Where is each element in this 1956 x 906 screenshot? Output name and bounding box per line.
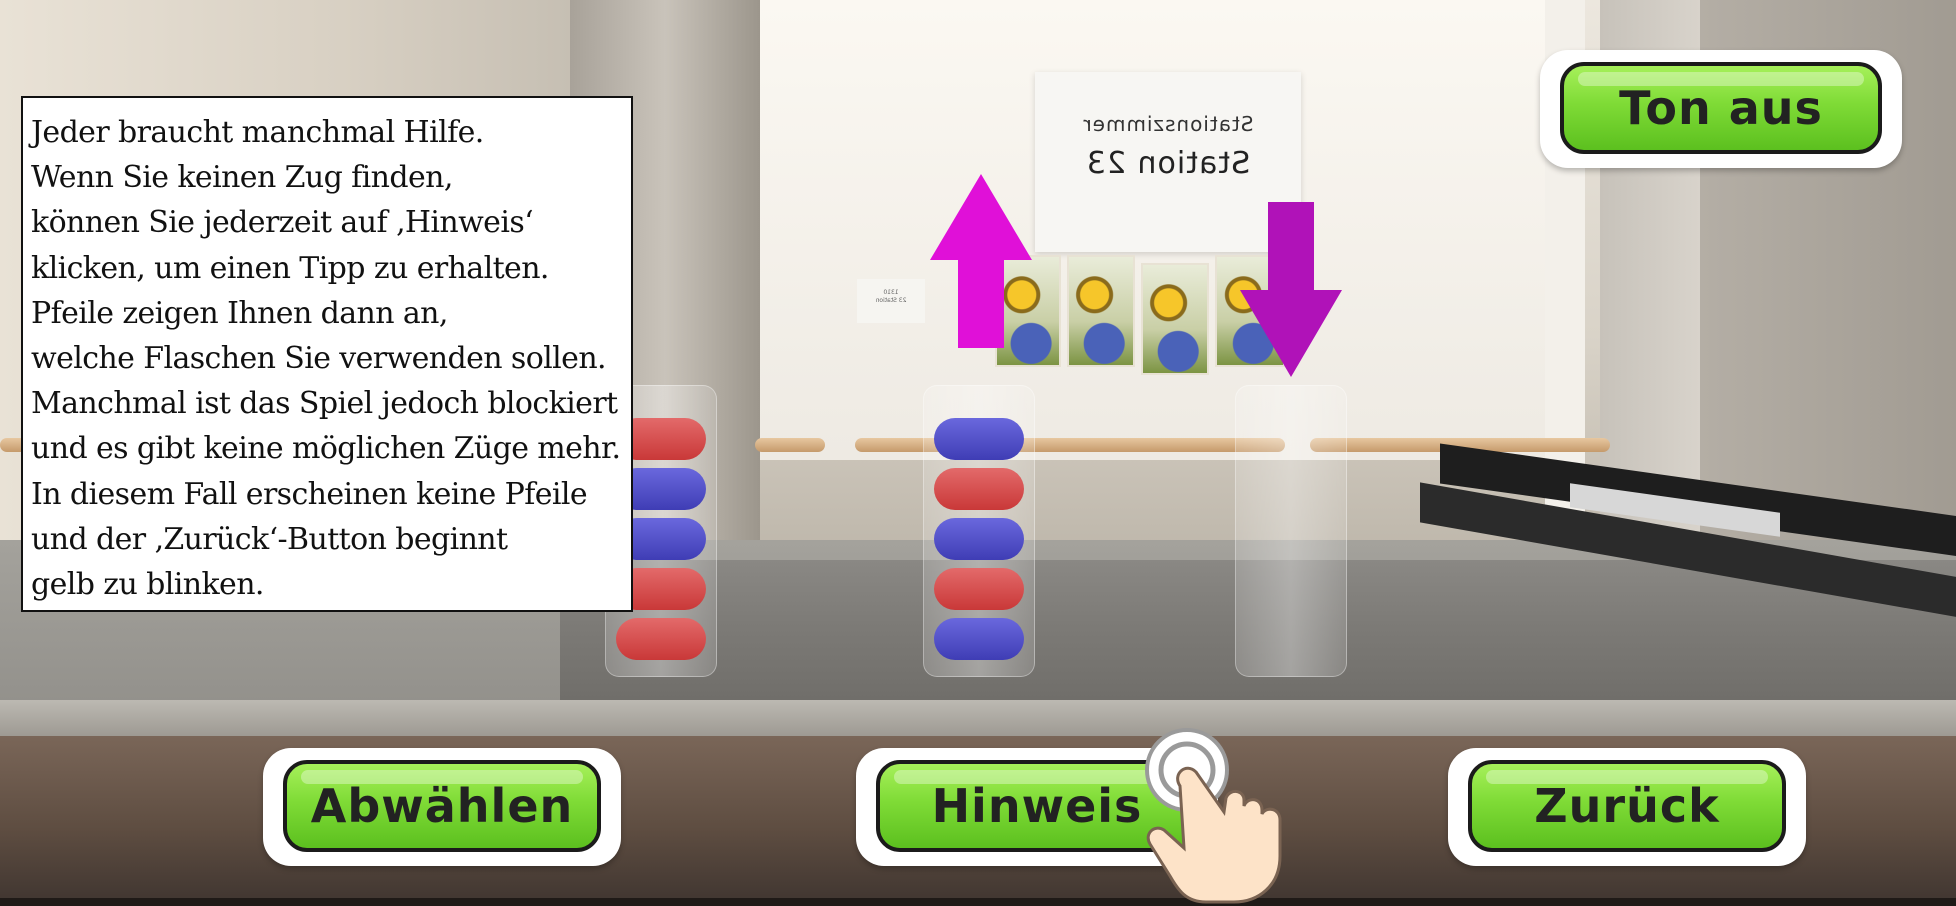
tutorial-line: und es gibt keine möglichen Züge mehr. — [31, 431, 621, 467]
tutorial-line: können Sie jederzeit auf ‚Hinweis‘ — [31, 205, 534, 241]
bottom-bar-edge — [0, 898, 1956, 906]
ball-blue — [934, 518, 1024, 560]
wall-notice-text: 1310 23 Station — [857, 289, 925, 305]
tutorial-line: Wenn Sie keinen Zug finden, — [31, 160, 453, 196]
table-edge — [0, 700, 1956, 736]
tutorial-line: Pfeile zeigen Ihnen dann an, — [31, 295, 448, 331]
tap-hand-icon — [1145, 728, 1282, 904]
sound-button-frame: Ton aus — [1540, 50, 1902, 168]
tutorial-line: In diesem Fall erscheinen keine Pfeile — [31, 476, 588, 512]
ball-red — [616, 618, 706, 660]
ball-red — [934, 468, 1024, 510]
painting-panel — [1141, 263, 1209, 375]
tutorial-line: klicken, um einen Tipp zu erhalten. — [31, 250, 549, 286]
tutorial-line: Manchmal ist das Spiel jedoch blockiert — [31, 386, 618, 422]
back-button[interactable]: Zurück — [1468, 760, 1786, 852]
back-button-frame: Zurück — [1448, 748, 1806, 866]
ball-blue — [934, 618, 1024, 660]
tutorial-line: Jeder braucht manchmal Hilfe. — [31, 115, 484, 150]
painting-panel — [1067, 255, 1135, 367]
wall-notice-line: 1310 — [883, 289, 899, 296]
deselect-button-frame: Abwählen — [263, 748, 621, 866]
wall-notice: 1310 23 Station — [857, 279, 925, 323]
tutorial-line: welche Flaschen Sie verwenden sollen. — [31, 341, 607, 377]
deselect-button[interactable]: Abwählen — [283, 760, 601, 852]
tube-right[interactable] — [1235, 385, 1347, 677]
arrow-down-icon — [1240, 202, 1342, 377]
ball-blue — [934, 418, 1024, 460]
wall-handrail — [755, 438, 825, 452]
tutorial-line: und der ‚Zurück‘-Button beginnt — [31, 521, 508, 557]
wall-notice-line: 23 Station — [875, 297, 907, 304]
tutorial-textbox: Jeder braucht manchmal Hilfe. Wenn Sie k… — [21, 96, 633, 612]
tutorial-line: gelb zu blinken. — [31, 567, 264, 603]
arrow-up-icon — [930, 174, 1032, 348]
tube-middle[interactable] — [923, 385, 1035, 677]
station-sign-line1: Stationszimmer — [1082, 112, 1254, 136]
ball-red — [934, 568, 1024, 610]
wall-handrail — [855, 438, 1285, 452]
station-sign-line2: Station 23 — [1085, 146, 1251, 181]
sound-toggle-button[interactable]: Ton aus — [1560, 62, 1882, 154]
